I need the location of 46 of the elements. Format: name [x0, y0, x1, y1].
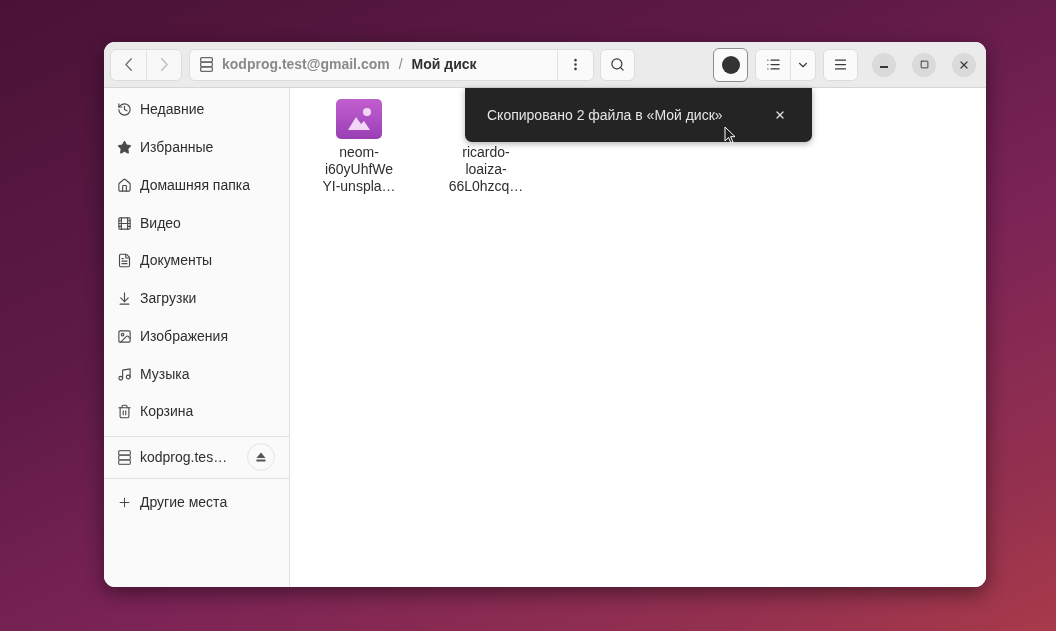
file-name[interactable]: neom- i60yUhfWe YI-unspla… [322, 144, 396, 195]
history-icon [117, 102, 132, 118]
image-file-icon [336, 99, 382, 139]
search-button[interactable] [600, 48, 635, 81]
music-icon [117, 366, 132, 382]
list-icon [765, 57, 781, 72]
chevron-right-icon [160, 58, 168, 71]
minimize-button[interactable] [872, 52, 896, 77]
server-icon [118, 449, 131, 465]
menu-button[interactable] [823, 48, 858, 81]
sidebar-item[interactable]: Корзина [104, 393, 289, 431]
sidebar-item[interactable]: Загрузки [104, 279, 289, 318]
path-separator: / [398, 55, 403, 74]
toast-message: Скопировано 2 файла в «Мой диск» [487, 105, 723, 125]
sidebar-item[interactable]: Недавние [104, 91, 289, 129]
home-icon [117, 177, 132, 193]
file-name[interactable]: ricardo- loaiza- 66L0hzcq… [448, 144, 524, 195]
download-icon [117, 291, 132, 307]
image-icon [117, 328, 132, 344]
maximize-button[interactable] [912, 52, 936, 77]
record-icon [721, 55, 740, 74]
sidebar-item[interactable]: Музыка [104, 355, 289, 393]
sidebar-item[interactable]: Видео [104, 204, 289, 242]
server-icon [200, 57, 213, 72]
eject-button[interactable] [247, 443, 275, 472]
menu-icon [833, 57, 848, 72]
minimize-icon [880, 66, 888, 68]
sidebar-item[interactable]: Избранные [104, 128, 289, 167]
chevron-left-icon [125, 58, 132, 71]
sidebar-item[interactable]: Документы [104, 242, 289, 280]
sidebar-item[interactable]: Домашняя папка [104, 166, 289, 205]
record-button[interactable] [713, 47, 748, 82]
plus-icon [117, 495, 132, 511]
maximize-icon [919, 60, 929, 69]
star-icon [117, 140, 132, 156]
current-folder-button[interactable]: Мой диск [411, 49, 477, 80]
film-icon [117, 215, 132, 231]
sidebar-item[interactable]: Изображения [104, 317, 289, 356]
sidebar-item[interactable]: Другие места [104, 483, 289, 522]
search-icon [610, 57, 625, 72]
close-button[interactable] [952, 52, 976, 77]
trash-icon [117, 404, 132, 420]
eject-icon [256, 452, 266, 463]
document-icon [117, 253, 132, 269]
close-icon [774, 109, 786, 121]
sidebar-drive-item[interactable]: kodprog.tes… [118, 446, 247, 468]
